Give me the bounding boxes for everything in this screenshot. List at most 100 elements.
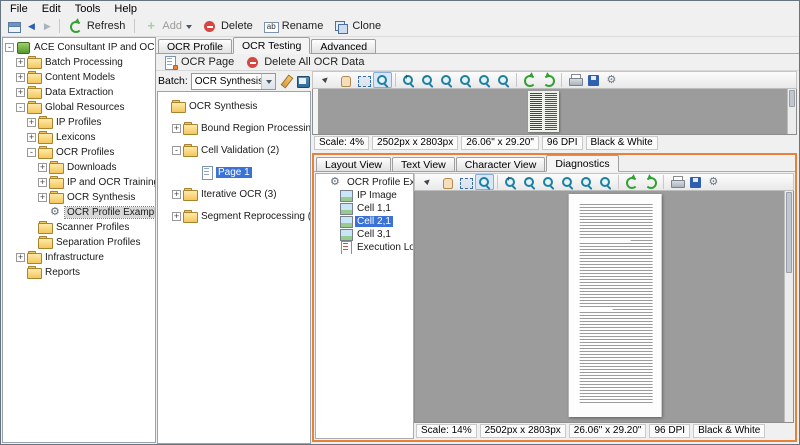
tab-diagnostics[interactable]: Diagnostics: [546, 155, 619, 172]
reprocess-button[interactable]: [539, 72, 558, 88]
batch-item-iterative-ocr[interactable]: Iterative OCR (3): [158, 183, 310, 205]
zoom-height-button[interactable]: [577, 174, 596, 190]
nav-item-ip-and-ocr-training[interactable]: IP and OCR Training: [3, 175, 155, 190]
forward-button[interactable]: ▶: [40, 20, 55, 33]
menu-file[interactable]: File: [3, 3, 35, 15]
batch-item-cell-validation[interactable]: Cell Validation (2): [158, 139, 310, 161]
settings-button[interactable]: [603, 72, 622, 88]
nav-item-reports[interactable]: Reports: [3, 265, 155, 280]
nav-item-global-resources[interactable]: Global Resources: [3, 100, 155, 115]
menu-help[interactable]: Help: [107, 3, 144, 15]
batch-item-ocr-synthesis[interactable]: OCR Synthesis: [158, 95, 310, 117]
back-button[interactable]: ◀: [24, 20, 39, 33]
refresh-view-button[interactable]: [622, 174, 641, 190]
vertical-scrollbar[interactable]: [787, 89, 796, 134]
zoom-actual-button[interactable]: [596, 174, 615, 190]
batch-item-bound-region-processing[interactable]: Bound Region Processing (1): [158, 117, 310, 139]
nav-item-ocr-profiles[interactable]: OCR Profiles: [3, 145, 155, 160]
zoom-actual-button[interactable]: [494, 72, 513, 88]
nav-item-ip-profiles[interactable]: IP Profiles: [3, 115, 155, 130]
tab-character-view[interactable]: Character View: [455, 157, 546, 172]
expand-icon[interactable]: [16, 58, 25, 67]
print-button[interactable]: [667, 174, 686, 190]
nav-item-data-extraction[interactable]: Data Extraction: [3, 85, 155, 100]
expand-icon[interactable]: [27, 133, 36, 142]
refresh-button[interactable]: Refresh: [64, 19, 131, 34]
refresh-view-button[interactable]: [520, 72, 539, 88]
zoom-out-button[interactable]: -: [520, 174, 539, 190]
open-batch-icon[interactable]: [296, 75, 310, 88]
tab-layout-view[interactable]: Layout View: [316, 157, 392, 172]
print-button[interactable]: [565, 72, 584, 88]
expand-icon[interactable]: [38, 193, 47, 202]
nav-item-batch-processing[interactable]: Batch Processing: [3, 55, 155, 70]
batch-dropdown[interactable]: OCR Synthesis: [190, 72, 276, 90]
collapse-icon[interactable]: [27, 148, 36, 157]
expand-icon[interactable]: [16, 88, 25, 97]
diag-item-cell-1-1[interactable]: Cell 1,1: [316, 202, 413, 215]
expand-icon[interactable]: [172, 123, 181, 133]
collapse-icon[interactable]: [172, 145, 181, 155]
diag-item-cell-2-1[interactable]: Cell 2,1: [316, 215, 413, 228]
zoom-width-button[interactable]: [456, 72, 475, 88]
expand-icon[interactable]: [172, 189, 181, 199]
expand-icon[interactable]: [172, 211, 181, 221]
tab-ocr-testing[interactable]: OCR Testing: [233, 37, 311, 54]
pan-tool-button[interactable]: [437, 174, 456, 190]
nav-item-ace-consultant-ip-and-ocr[interactable]: ACE Consultant IP and OCR: [3, 40, 155, 55]
collapse-icon[interactable]: [16, 103, 25, 112]
expand-icon[interactable]: [27, 118, 36, 127]
expand-icon[interactable]: [38, 163, 47, 172]
nav-item-infrastructure[interactable]: Infrastructure: [3, 250, 155, 265]
diagnostics-image-viewport[interactable]: [414, 191, 794, 423]
zoom-fit-button[interactable]: [539, 174, 558, 190]
edit-batch-icon[interactable]: [279, 75, 293, 88]
tab-advanced[interactable]: Advanced: [311, 39, 377, 54]
nav-item-lexicons[interactable]: Lexicons: [3, 130, 155, 145]
batch-item-segment-reprocessing[interactable]: Segment Reprocessing (4): [158, 205, 310, 227]
nav-item-ocr-synthesis[interactable]: OCR Synthesis: [3, 190, 155, 205]
pan-tool-button[interactable]: [335, 72, 354, 88]
nav-item-scanner-profiles[interactable]: Scanner Profiles: [3, 220, 155, 235]
diag-item-ip-image[interactable]: IP Image: [316, 189, 413, 202]
document-page[interactable]: [568, 194, 662, 417]
menu-edit[interactable]: Edit: [35, 3, 68, 15]
diag-item-ocr-profile-example[interactable]: OCR Profile Example: [316, 176, 413, 189]
collapse-icon[interactable]: [5, 43, 14, 52]
zoom-fit-button[interactable]: [437, 72, 456, 88]
zoom-width-button[interactable]: [558, 174, 577, 190]
save-button[interactable]: [584, 72, 603, 88]
expand-icon[interactable]: [16, 73, 25, 82]
nav-item-downloads[interactable]: Downloads: [3, 160, 155, 175]
expand-icon[interactable]: [16, 253, 25, 262]
settings-button[interactable]: [705, 174, 724, 190]
delete-button[interactable]: Delete: [198, 19, 258, 34]
zoom-out-button[interactable]: -: [418, 72, 437, 88]
ocr-page-button[interactable]: OCR Page: [158, 55, 239, 70]
zoom-height-button[interactable]: [475, 72, 494, 88]
select-tool-button[interactable]: [316, 72, 335, 88]
vertical-scrollbar[interactable]: [784, 191, 793, 422]
tab-text-view[interactable]: Text View: [392, 157, 455, 172]
select-tool-button[interactable]: [418, 174, 437, 190]
zoom-in-button[interactable]: +: [399, 72, 418, 88]
expand-icon[interactable]: [38, 178, 47, 187]
rename-button[interactable]: Rename: [259, 19, 329, 34]
page-image-viewport[interactable]: [312, 89, 797, 135]
clone-button[interactable]: Clone: [329, 19, 386, 34]
tab-ocr-profile[interactable]: OCR Profile: [158, 39, 233, 54]
nav-item-ocr-profile-example[interactable]: OCR Profile Example: [3, 205, 155, 220]
magnifier-tool-button[interactable]: [475, 174, 494, 190]
page-thumbnail[interactable]: [528, 91, 559, 132]
save-button[interactable]: [686, 174, 705, 190]
dropdown-button[interactable]: [261, 73, 275, 89]
zoom-in-button[interactable]: +: [501, 174, 520, 190]
zoom-region-tool-button[interactable]: [456, 174, 475, 190]
magnifier-tool-button[interactable]: [373, 72, 392, 88]
reprocess-button[interactable]: [641, 174, 660, 190]
diag-item-cell-3-1[interactable]: Cell 3,1: [316, 228, 413, 241]
batch-item-page-1[interactable]: Page 1: [158, 161, 310, 183]
nav-item-content-models[interactable]: Content Models: [3, 70, 155, 85]
add-button[interactable]: Add: [139, 18, 197, 34]
show-window-button[interactable]: [4, 18, 23, 34]
